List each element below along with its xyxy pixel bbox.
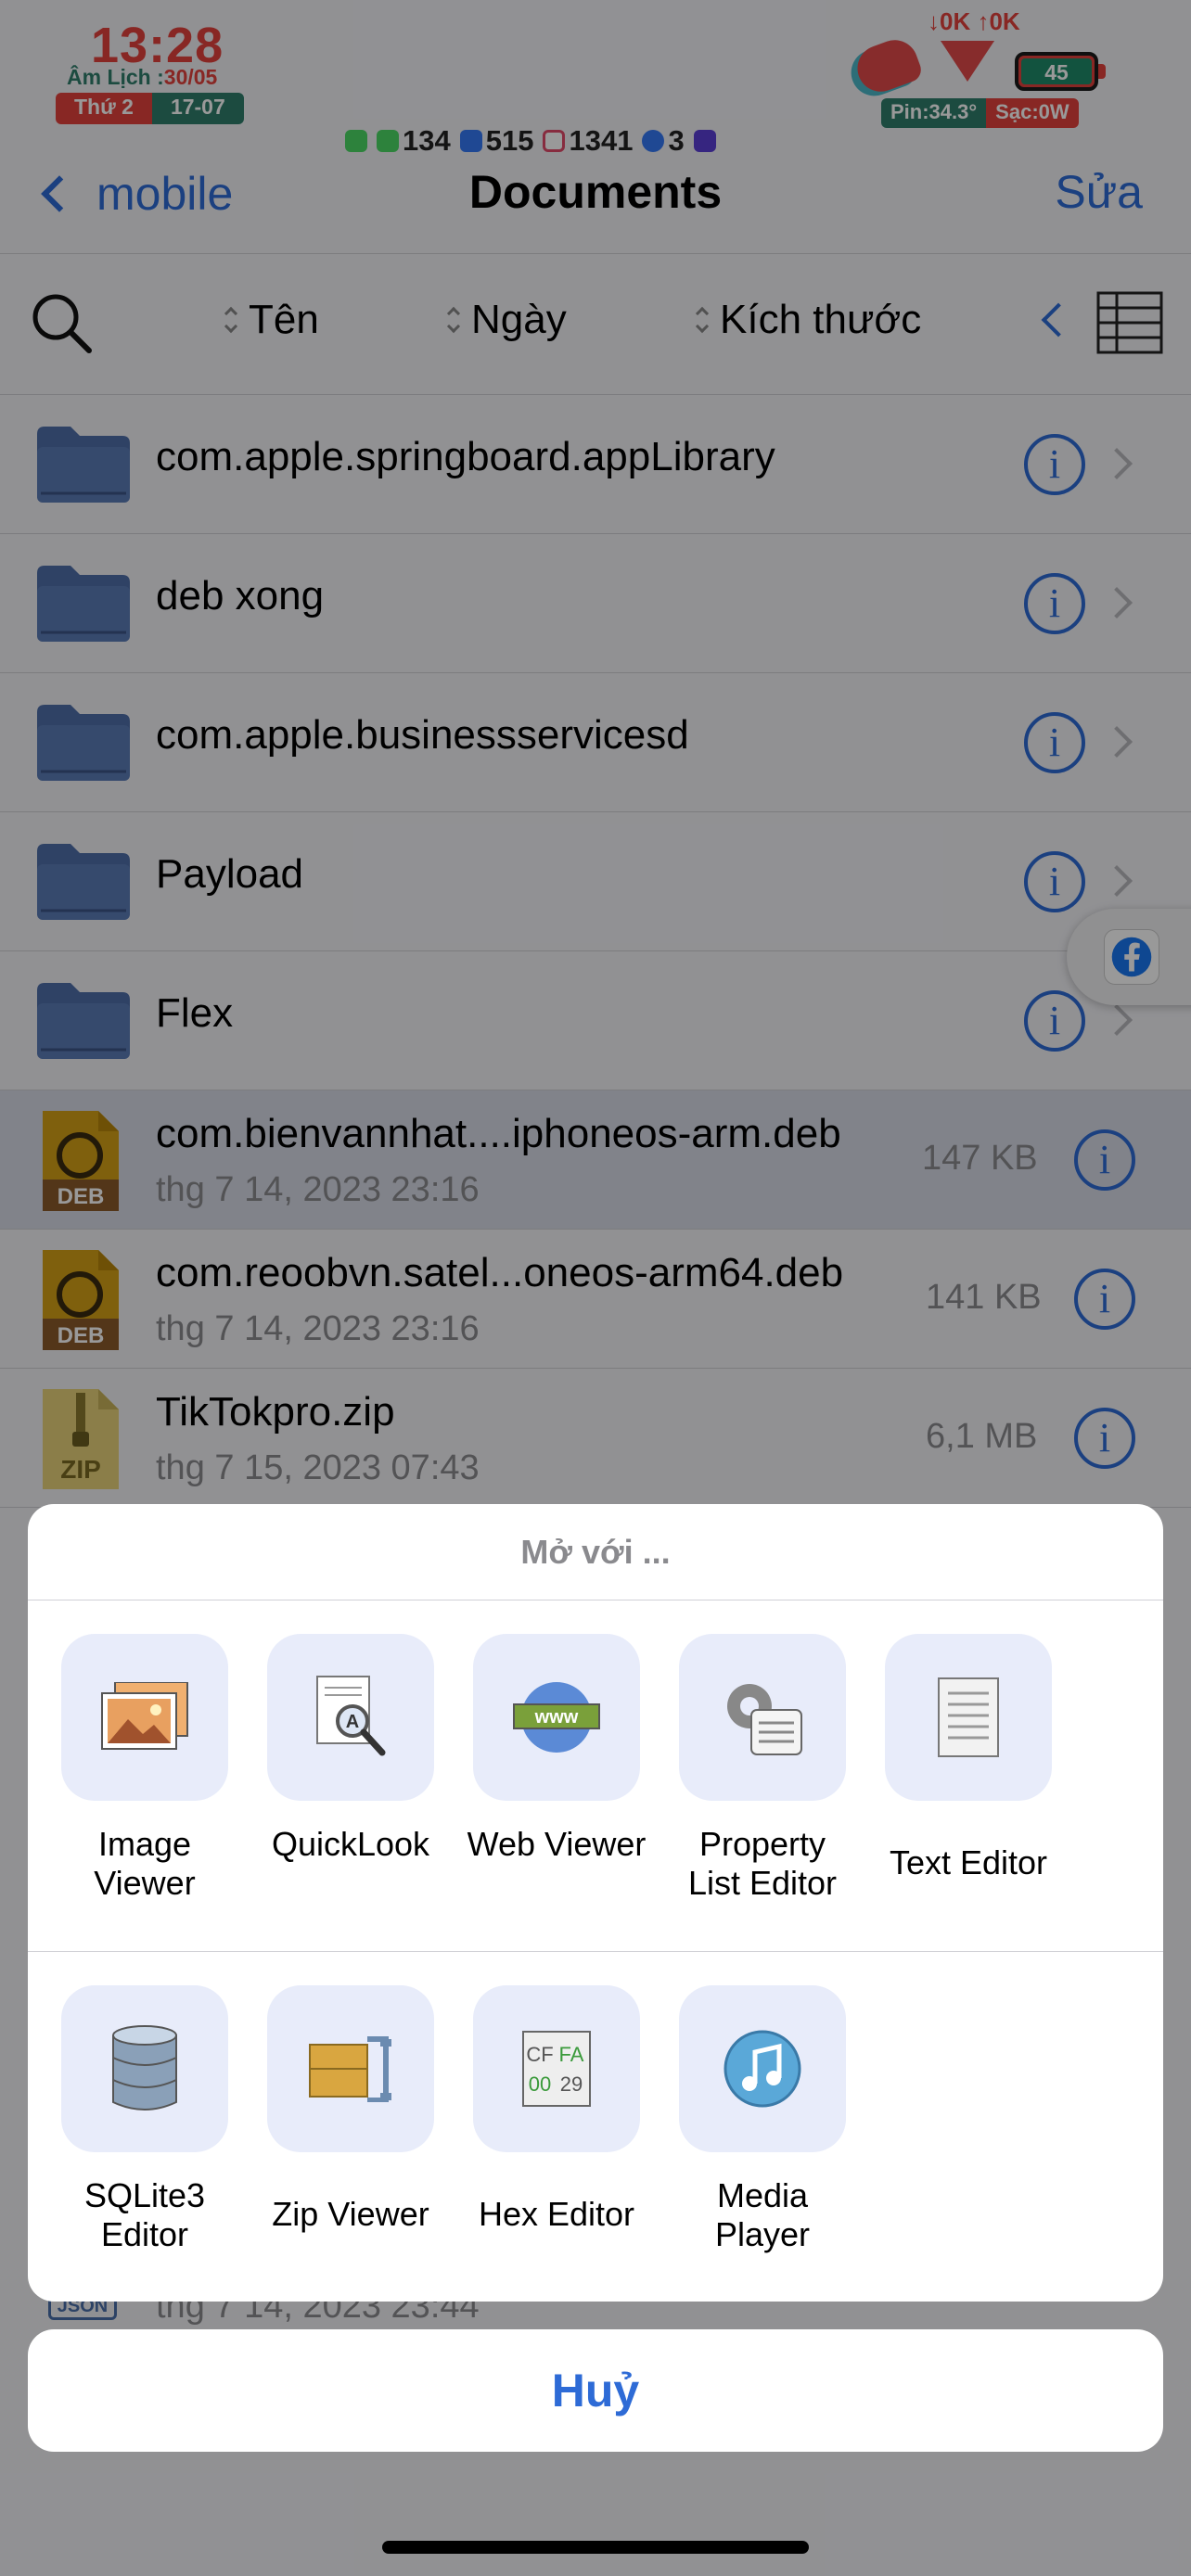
- svg-text:00: 00: [529, 2072, 551, 2096]
- app-property-list-editor[interactable]: Property List Editor: [670, 1634, 855, 1903]
- sqlite-icon: [112, 2025, 177, 2111]
- app-sqlite3-editor[interactable]: SQLite3 Editor: [52, 1985, 237, 2254]
- text-editor-icon: [938, 1677, 999, 1757]
- hex-editor-icon: CF FA 00 29: [522, 2031, 591, 2107]
- app-row-2: SQLite3 Editor Zip Viewer CF FA 00 29 Hex E…: [28, 1951, 1163, 2302]
- www-text: www: [534, 1707, 579, 1728]
- app-hex-editor[interactable]: CF FA 00 29 Hex Editor: [464, 1985, 649, 2234]
- sheet-title: Mở với ...: [28, 1504, 1163, 1600]
- cancel-button[interactable]: Huỷ: [28, 2329, 1163, 2452]
- app-label: Media Player: [714, 2176, 811, 2253]
- app-label: SQLite3 Editor: [83, 2176, 206, 2253]
- quicklook-letter: A: [346, 1712, 359, 1732]
- web-viewer-icon: www: [513, 1682, 600, 1753]
- image-viewer-icon: [101, 1682, 188, 1750]
- app-label: QuickLook: [271, 1825, 430, 1863]
- app-label: Image Viewer: [94, 1825, 196, 1902]
- svg-text:FA: FA: [559, 2043, 584, 2066]
- app-zip-viewer[interactable]: Zip Viewer: [258, 1985, 443, 2234]
- app-label: Property List Editor: [687, 1825, 838, 1902]
- svg-text:29: 29: [560, 2072, 583, 2096]
- app-image-viewer[interactable]: Image Viewer: [52, 1634, 237, 1903]
- app-row-1: Image Viewer A QuickLook www Web Viewer …: [28, 1600, 1163, 1951]
- quicklook-icon: A: [316, 1676, 386, 1756]
- zip-viewer-icon: [309, 2036, 391, 2102]
- app-label: Web Viewer: [467, 1825, 647, 1863]
- svg-text:CF: CF: [526, 2043, 553, 2066]
- app-web-viewer[interactable]: www Web Viewer: [464, 1634, 649, 1864]
- app-text-editor[interactable]: Text Editor: [876, 1634, 1061, 1882]
- app-quicklook[interactable]: A QuickLook: [258, 1634, 443, 1864]
- property-list-icon: [727, 1684, 802, 1755]
- open-with-sheet: Mở với ... Image Viewer A QuickLook www …: [28, 1504, 1163, 2302]
- app-media-player[interactable]: Media Player: [670, 1985, 855, 2254]
- media-player-icon: [724, 2030, 801, 2108]
- app-label: Text Editor: [889, 1843, 1048, 1881]
- app-label: Hex Editor: [478, 2195, 635, 2233]
- app-label: Zip Viewer: [272, 2195, 429, 2233]
- home-indicator[interactable]: [382, 2541, 809, 2554]
